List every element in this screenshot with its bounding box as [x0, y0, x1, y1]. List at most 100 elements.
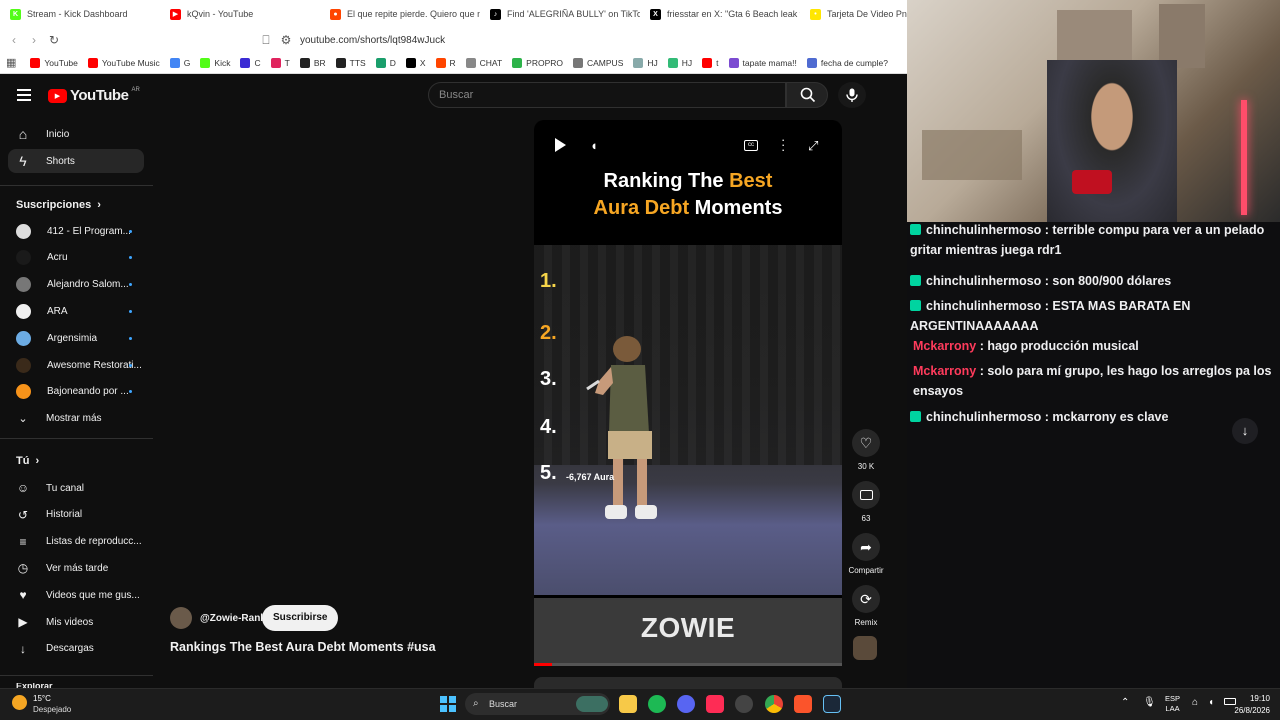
tiktok-app-icon[interactable] — [706, 695, 724, 713]
clock[interactable]: 19:10 26/8/2026 — [1226, 693, 1270, 717]
subscription-item[interactable]: 412 - El Program... — [8, 219, 144, 243]
subscription-item[interactable]: Bajoneando por ... — [8, 380, 144, 404]
brave-icon[interactable] — [794, 695, 812, 713]
sidebar-item-inicio[interactable]: ⌂ Inicio — [8, 122, 144, 146]
channel-avatar[interactable] — [170, 607, 192, 629]
weather-icon[interactable] — [12, 695, 27, 710]
reload-icon[interactable]: ↻ — [44, 33, 64, 47]
bookmark-item[interactable]: Kick — [200, 57, 231, 68]
chat-username[interactable]: chinchulinhermoso — [926, 274, 1041, 288]
volume-icon[interactable]: ◖ — [590, 138, 598, 153]
fullscreen-icon[interactable]: ⤢ — [808, 138, 818, 154]
tray-mic-icon[interactable]: 🎙 — [1143, 697, 1156, 708]
sidebar-item-my-videos[interactable]: ▶ Mis videos — [8, 610, 144, 634]
address-bar[interactable]: youtube.com/shorts/lqt984wJuck — [300, 35, 445, 46]
file-explorer-icon[interactable] — [619, 695, 637, 713]
site-info-icon[interactable]: ⚙ — [276, 33, 296, 47]
discord-icon[interactable] — [677, 695, 695, 713]
bookmark-item[interactable]: t — [702, 57, 719, 68]
sidebar-item-downloads[interactable]: ↓ Descargas — [8, 637, 144, 661]
browser-tab[interactable]: ♪ Find 'ALEGRIÑA BULLY' on TikTok | — [480, 0, 640, 28]
bookmark-icon[interactable]: ⎕ — [256, 33, 276, 48]
bookmark-item[interactable]: R — [435, 57, 456, 68]
browser-tab[interactable]: ● El que repite pierde. Quiero que me — [320, 0, 480, 28]
bookmark-item[interactable]: X — [405, 57, 426, 68]
subscription-avatar — [16, 303, 31, 319]
you-heading[interactable]: Tú › — [16, 455, 39, 467]
windows-start-icon[interactable] — [440, 696, 456, 712]
channel-name[interactable]: @Zowie-Rank — [200, 613, 266, 624]
taskbar-search[interactable]: ⌕ Buscar — [465, 693, 610, 715]
subscription-item[interactable]: Alejandro Salom... — [8, 273, 144, 297]
chat-username[interactable]: Mckarrony — [913, 364, 976, 378]
volume-tray-icon[interactable]: ◖ — [1208, 697, 1214, 708]
subscription-item[interactable]: Argensimia — [8, 326, 144, 350]
sidebar-item-channel[interactable]: ☺ Tu canal — [8, 476, 144, 500]
watch-later-icon: ◷ — [17, 561, 29, 576]
menu-icon[interactable] — [17, 89, 31, 101]
play-icon[interactable] — [555, 138, 566, 152]
chat-username[interactable]: chinchulinhermoso — [926, 410, 1041, 424]
bookmark-item[interactable]: G — [169, 57, 190, 68]
tray-expand-icon[interactable]: ⌃ — [1121, 697, 1129, 708]
language-indicator[interactable]: ESP LAA — [1165, 694, 1180, 714]
bookmark-item[interactable]: T — [270, 57, 290, 68]
remix-button[interactable]: ⟳ — [852, 585, 880, 613]
bookmark-item[interactable]: TTS — [335, 57, 366, 68]
search-input[interactable]: Buscar — [428, 82, 786, 108]
bookmark-item[interactable]: CAMPUS — [573, 57, 623, 68]
bookmark-item[interactable]: YouTube Music — [87, 57, 160, 68]
browser-tab[interactable]: Xfriesstar en X: "Gta 6 Beach leak full — [640, 0, 800, 28]
bookmark-item[interactable]: HJ — [667, 57, 692, 68]
sidebar-item-label: Historial — [46, 509, 83, 521]
sidebar-item-history[interactable]: ↺ Historial — [8, 503, 144, 527]
sidebar-item-watch-later[interactable]: ◷ Ver más tarde — [8, 556, 144, 580]
share-button[interactable]: ➦ — [852, 533, 880, 561]
forward-icon[interactable]: › — [24, 33, 44, 47]
bookmark-item[interactable]: BR — [299, 57, 326, 68]
show-more-button[interactable]: ⌄ Mostrar más — [8, 406, 144, 430]
browser-tab[interactable]: • Tarjeta De Video Pny Ge — [800, 0, 907, 28]
subscription-item[interactable]: Awesome Restorati... — [8, 353, 144, 377]
voice-search-button[interactable] — [838, 82, 866, 108]
chrome-icon[interactable] — [765, 695, 783, 713]
youtube-logo[interactable]: ▶ YouTube AR — [48, 87, 140, 104]
spotify-icon[interactable] — [648, 695, 666, 713]
browser-tab[interactable]: K Stream - Kick Dashboard — [0, 0, 160, 28]
subscription-item[interactable]: Acru — [8, 246, 144, 270]
bookmark-item[interactable]: CHAT — [465, 57, 502, 68]
bookmark-item[interactable]: C — [240, 57, 261, 68]
chat-username[interactable]: chinchulinhermoso — [926, 223, 1041, 237]
bookmark-label: Kick — [214, 57, 231, 68]
bookmark-item[interactable]: fecha de cumple? — [806, 57, 888, 68]
bookmark-item[interactable]: D — [375, 57, 396, 68]
sidebar-item-shorts[interactable]: ϟ Shorts — [8, 149, 144, 173]
search-button[interactable] — [786, 82, 828, 108]
sidebar-item-playlists[interactable]: ≡ Listas de reproducc... — [8, 530, 144, 554]
sidebar-item-liked-videos[interactable]: ♥ Videos que me gus... — [8, 583, 144, 607]
video-progress-bar[interactable] — [534, 663, 842, 666]
bookmark-item[interactable]: PROPRO — [512, 57, 563, 68]
weather-temp[interactable]: 15°C — [33, 694, 51, 703]
sound-thumbnail[interactable] — [853, 636, 877, 660]
chat-username[interactable]: chinchulinhermoso — [926, 299, 1041, 313]
captions-icon[interactable]: cc — [744, 140, 758, 151]
chat-username[interactable]: Mckarrony — [913, 339, 976, 353]
back-icon[interactable]: ‹ — [4, 33, 24, 47]
steam-icon[interactable] — [823, 695, 841, 713]
steam-settings-icon[interactable] — [735, 695, 753, 713]
apps-grid-icon[interactable]: ▦ — [6, 56, 16, 69]
subscribe-button[interactable]: Suscribirse — [262, 605, 339, 631]
bookmark-item[interactable]: tapate mama!! — [728, 57, 797, 68]
bookmark-item[interactable]: YouTube — [30, 57, 78, 68]
bookmark-item[interactable]: HJ — [633, 57, 658, 68]
like-button[interactable]: ♡ — [852, 429, 880, 457]
subscriptions-heading[interactable]: Suscripciones › — [16, 199, 101, 211]
next-short-preview[interactable] — [534, 677, 842, 688]
more-options-icon[interactable]: · · · — [781, 133, 785, 156]
weather-desc[interactable]: Despejado — [33, 705, 71, 714]
browser-tab[interactable]: ▶ kQvin - YouTube — [160, 0, 320, 28]
network-icon[interactable]: ⌂ — [1192, 697, 1198, 708]
comments-button[interactable] — [852, 481, 880, 509]
subscription-item[interactable]: ARA — [8, 299, 144, 323]
